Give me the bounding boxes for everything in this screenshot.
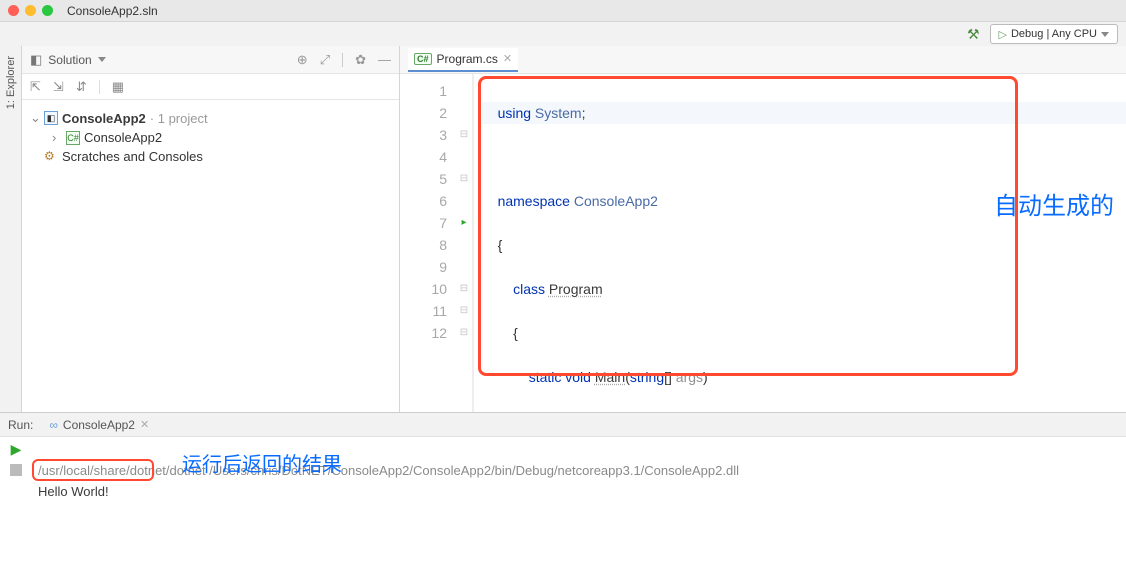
scratches-icon xyxy=(44,150,58,164)
chevron-right-icon[interactable]: › xyxy=(52,130,62,145)
line-number: 6 xyxy=(406,190,447,212)
solution-tree: ⌄ ◧ ConsoleApp2 · 1 project › C# Console… xyxy=(22,100,399,174)
line-number: 4 xyxy=(406,146,447,168)
fold-gutter: ⊟ ⊟ ▸ ⊟⊟⊟ xyxy=(456,74,474,412)
explorer-panel: ◧ Solution ⊕ ⤢ ✿ — ⇱ ⇲ ⇵ ▦ ⌄ ◧ ConsoleAp… xyxy=(22,46,400,412)
line-number: 5 xyxy=(406,168,447,190)
left-tool-strip: 1: Explorer xyxy=(0,46,22,412)
run-output[interactable]: /usr/local/share/dotnet/dotnet /Users/ch… xyxy=(32,437,1126,567)
dotnet-icon: ∞ xyxy=(49,418,58,432)
explorer-toolbar: ⇱ ⇲ ⇵ ▦ xyxy=(22,74,399,100)
solution-file-name: ConsoleApp2.sln xyxy=(67,4,158,18)
debug-icon: ▷ xyxy=(999,28,1007,41)
divider xyxy=(99,80,100,94)
scratches-label: Scratches and Consoles xyxy=(62,149,203,164)
view-mode-icon[interactable]: ▦ xyxy=(112,79,124,95)
build-icon[interactable]: ⚒ xyxy=(967,26,980,43)
solution-icon: ◧ xyxy=(30,52,42,68)
run-configuration-selector[interactable]: ▷ Debug | Any CPU xyxy=(990,24,1118,44)
chevron-down-icon[interactable]: ⌄ xyxy=(30,110,40,126)
title-bar: ConsoleApp2.sln xyxy=(0,0,1126,22)
close-icon[interactable]: ✕ xyxy=(503,52,512,65)
run-stop-icon[interactable] xyxy=(10,464,22,476)
divider xyxy=(342,53,343,67)
line-number: 1 xyxy=(406,80,447,102)
window-minimize-icon[interactable] xyxy=(25,5,36,16)
run-output-line: Hello World! xyxy=(38,484,109,499)
scroll-icon[interactable]: ⇵ xyxy=(76,79,87,95)
solution-icon: ◧ xyxy=(44,111,58,125)
code-editor: C# Program.cs ✕ 1 2 3 4 5 6 7 8 9 10 11 … xyxy=(400,46,1126,412)
collapse-all-icon[interactable]: ⇱ xyxy=(30,79,41,95)
gear-icon[interactable]: ✿ xyxy=(355,52,366,68)
line-number-gutter: 1 2 3 4 5 6 7 8 9 10 11 12 xyxy=(400,74,456,412)
run-play-icon[interactable]: ▶ xyxy=(11,441,22,458)
run-body: ▶ /usr/local/share/dotnet/dotnet /Users/… xyxy=(0,437,1126,567)
window-zoom-icon[interactable] xyxy=(42,5,53,16)
explorer-header: ◧ Solution ⊕ ⤢ ✿ — xyxy=(22,46,399,74)
code-area[interactable]: 1 2 3 4 5 6 7 8 9 10 11 12 ⊟ ⊟ ▸ ⊟⊟⊟ usi… xyxy=(400,74,1126,412)
close-icon[interactable]: ✕ xyxy=(140,418,149,431)
line-number: 11 xyxy=(406,300,447,322)
tab-label: Program.cs xyxy=(437,52,498,66)
line-number: 2 xyxy=(406,102,447,124)
csharp-project-icon: C# xyxy=(66,131,80,145)
sync-icon[interactable]: ⇲ xyxy=(53,79,64,95)
line-number: 10 xyxy=(406,278,447,300)
tree-scratches[interactable]: Scratches and Consoles xyxy=(26,147,395,166)
run-command-line: /usr/local/share/dotnet/dotnet /Users/ch… xyxy=(38,463,739,478)
line-number: 7 xyxy=(406,212,447,234)
run-panel-label: Run: xyxy=(8,418,33,432)
window-close-icon[interactable] xyxy=(8,5,19,16)
root-name: ConsoleApp2 xyxy=(62,111,146,126)
code-text[interactable]: using System; namespace ConsoleApp2 { cl… xyxy=(474,74,1126,412)
line-number: 12 xyxy=(406,322,447,344)
editor-tabs: C# Program.cs ✕ xyxy=(400,46,1126,74)
run-panel: Run: ∞ ConsoleApp2 ✕ ▶ /usr/local/share/… xyxy=(0,412,1126,567)
top-toolbar: ⚒ ▷ Debug | Any CPU xyxy=(0,22,1126,46)
chevron-down-icon xyxy=(1101,32,1109,37)
explorer-tool-tab[interactable]: 1: Explorer xyxy=(5,52,17,113)
run-panel-header: Run: ∞ ConsoleApp2 ✕ xyxy=(0,413,1126,437)
run-tab-label: ConsoleApp2 xyxy=(63,418,135,432)
project-name: ConsoleApp2 xyxy=(84,130,162,145)
root-suffix: · 1 project xyxy=(150,111,208,126)
tab-program-cs[interactable]: C# Program.cs ✕ xyxy=(408,48,518,72)
tree-root[interactable]: ⌄ ◧ ConsoleApp2 · 1 project xyxy=(26,108,395,128)
run-config-label: Debug | Any CPU xyxy=(1011,28,1097,40)
tree-project[interactable]: › C# ConsoleApp2 xyxy=(26,128,395,147)
line-number: 3 xyxy=(406,124,447,146)
chevron-down-icon[interactable] xyxy=(98,57,106,62)
line-number: 8 xyxy=(406,234,447,256)
run-controls: ▶ xyxy=(0,437,32,567)
line-number: 9 xyxy=(406,256,447,278)
target-icon[interactable]: ⊕ xyxy=(297,52,308,68)
run-tab[interactable]: ∞ ConsoleApp2 ✕ xyxy=(43,416,155,434)
minimize-icon[interactable]: — xyxy=(378,52,391,67)
expand-icon[interactable]: ⤢ xyxy=(320,52,330,68)
explorer-title: Solution xyxy=(48,53,91,67)
csharp-file-icon: C# xyxy=(414,53,432,65)
